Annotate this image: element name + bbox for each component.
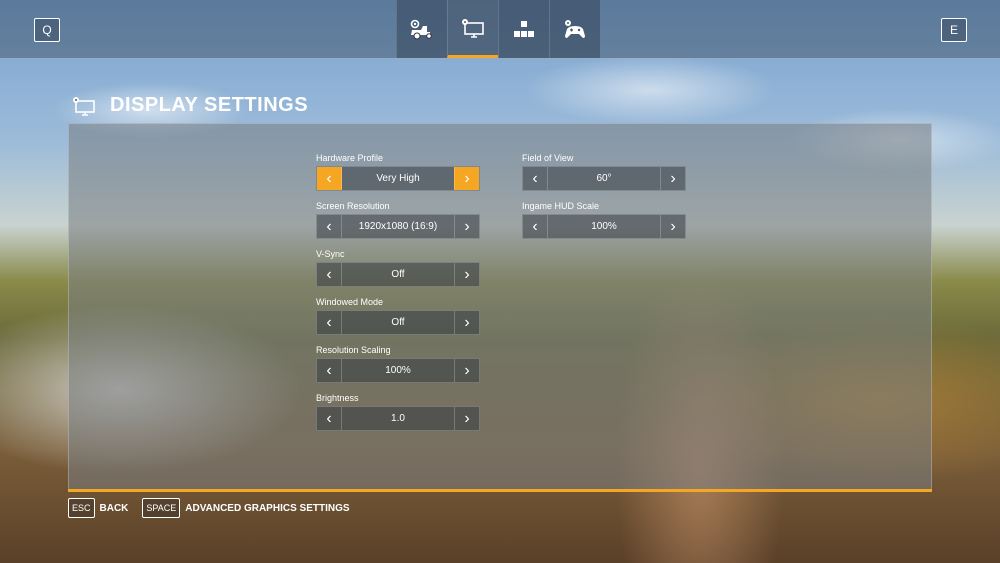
next-option-button[interactable]: ›	[454, 167, 479, 190]
monitor-gear-icon	[73, 96, 95, 116]
footer-actions: ESC BACK SPACE ADVANCED GRAPHICS SETTING…	[68, 498, 364, 518]
setting-windowed-mode: Windowed Mode ‹ Off ›	[316, 296, 480, 335]
screen-resolution-selector[interactable]: ‹ 1920x1080 (16:9) ›	[316, 214, 480, 239]
setting-label: Ingame HUD Scale	[522, 201, 600, 211]
selector-value: 60°	[596, 173, 612, 184]
prev-option-button[interactable]: ‹	[317, 263, 342, 286]
setting-vsync: V-Sync ‹ Off ›	[316, 248, 480, 287]
next-option-button[interactable]: ›	[660, 215, 685, 238]
chevron-right-icon: ›	[464, 409, 470, 427]
next-option-button[interactable]: ›	[454, 359, 479, 382]
hud-scale-selector[interactable]: ‹ 100% ›	[522, 214, 686, 239]
esc-key-hint: ESC	[68, 498, 95, 518]
next-tab-key[interactable]: E	[941, 18, 967, 42]
prev-option-button[interactable]: ‹	[317, 167, 342, 190]
selector-value: 100%	[591, 221, 617, 232]
chevron-left-icon: ‹	[326, 409, 332, 427]
chevron-right-icon: ›	[670, 169, 676, 187]
setting-label: Windowed Mode	[316, 297, 384, 307]
setting-hud-scale: Ingame HUD Scale ‹ 100% ›	[522, 200, 686, 239]
setting-field-of-view: Field of View ‹ 60° ›	[522, 152, 686, 191]
selector-value: Very High	[376, 173, 420, 184]
tab-display-settings[interactable]	[447, 0, 498, 58]
chevron-left-icon: ‹	[532, 217, 538, 235]
prev-option-button[interactable]: ‹	[523, 215, 548, 238]
chevron-left-icon: ‹	[326, 361, 332, 379]
setting-brightness: Brightness ‹ 1.0 ›	[316, 392, 480, 431]
chevron-right-icon: ›	[670, 217, 676, 235]
setting-label: Screen Resolution	[316, 201, 390, 211]
settings-tabs	[396, 0, 600, 58]
chevron-left-icon: ‹	[532, 169, 538, 187]
chevron-left-icon: ‹	[326, 265, 332, 283]
selector-value: Off	[391, 317, 405, 328]
chevron-left-icon: ‹	[326, 313, 332, 331]
advanced-graphics-button[interactable]: SPACE ADVANCED GRAPHICS SETTINGS	[142, 498, 350, 518]
chevron-right-icon: ›	[464, 313, 470, 331]
setting-label: Resolution Scaling	[316, 345, 391, 355]
brightness-selector[interactable]: ‹ 1.0 ›	[316, 406, 480, 431]
next-option-button[interactable]: ›	[454, 407, 479, 430]
resolution-scaling-selector[interactable]: ‹ 100% ›	[316, 358, 480, 383]
setting-hardware-profile: Hardware Profile ‹ Very High ›	[316, 152, 480, 191]
chevron-right-icon: ›	[464, 169, 470, 187]
next-option-button[interactable]: ›	[454, 311, 479, 334]
chevron-right-icon: ›	[464, 361, 470, 379]
windowed-mode-selector[interactable]: ‹ Off ›	[316, 310, 480, 335]
chevron-left-icon: ‹	[326, 169, 332, 187]
next-option-button[interactable]: ›	[660, 167, 685, 190]
advanced-graphics-label: ADVANCED GRAPHICS SETTINGS	[185, 502, 350, 514]
prev-option-button[interactable]: ‹	[317, 311, 342, 334]
next-option-button[interactable]: ›	[454, 263, 479, 286]
back-button[interactable]: ESC BACK	[68, 498, 128, 518]
prev-option-button[interactable]: ‹	[317, 215, 342, 238]
selector-value: 1.0	[391, 413, 405, 424]
tractor-gear-icon	[410, 19, 432, 40]
selector-value: 100%	[385, 365, 411, 376]
chevron-right-icon: ›	[464, 217, 470, 235]
prev-option-button[interactable]: ‹	[317, 407, 342, 430]
selector-value: Off	[391, 269, 405, 280]
space-key-hint: SPACE	[142, 498, 181, 518]
setting-screen-resolution: Screen Resolution ‹ 1920x1080 (16:9) ›	[316, 200, 480, 239]
setting-resolution-scaling: Resolution Scaling ‹ 100% ›	[316, 344, 480, 383]
panel-accent-line	[68, 489, 932, 492]
chevron-left-icon: ‹	[326, 217, 332, 235]
hardware-profile-selector[interactable]: ‹ Very High ›	[316, 166, 480, 191]
back-label: BACK	[99, 502, 129, 514]
settings-panel	[68, 123, 932, 490]
selector-value: 1920x1080 (16:9)	[358, 221, 438, 232]
setting-label: Field of View	[522, 153, 574, 163]
controls-icon	[514, 21, 534, 37]
top-menu-bar: Q E	[0, 0, 1000, 59]
next-option-button[interactable]: ›	[454, 215, 479, 238]
gamepad-gear-icon	[565, 20, 585, 38]
field-of-view-selector[interactable]: ‹ 60° ›	[522, 166, 686, 191]
prev-tab-key[interactable]: Q	[34, 18, 60, 42]
page-title: DISPLAY SETTINGS	[110, 94, 309, 116]
setting-label: Hardware Profile	[316, 153, 384, 163]
vsync-selector[interactable]: ‹ Off ›	[316, 262, 480, 287]
tab-gamepad-settings[interactable]	[549, 0, 600, 58]
prev-option-button[interactable]: ‹	[523, 167, 548, 190]
setting-label: V-Sync	[316, 249, 345, 259]
page-header: DISPLAY SETTINGS	[72, 94, 308, 117]
tab-game-settings[interactable]	[396, 0, 447, 58]
tab-controls[interactable]	[498, 0, 549, 58]
monitor-gear-icon	[462, 18, 484, 38]
prev-option-button[interactable]: ‹	[317, 359, 342, 382]
setting-label: Brightness	[316, 393, 359, 403]
chevron-right-icon: ›	[464, 265, 470, 283]
